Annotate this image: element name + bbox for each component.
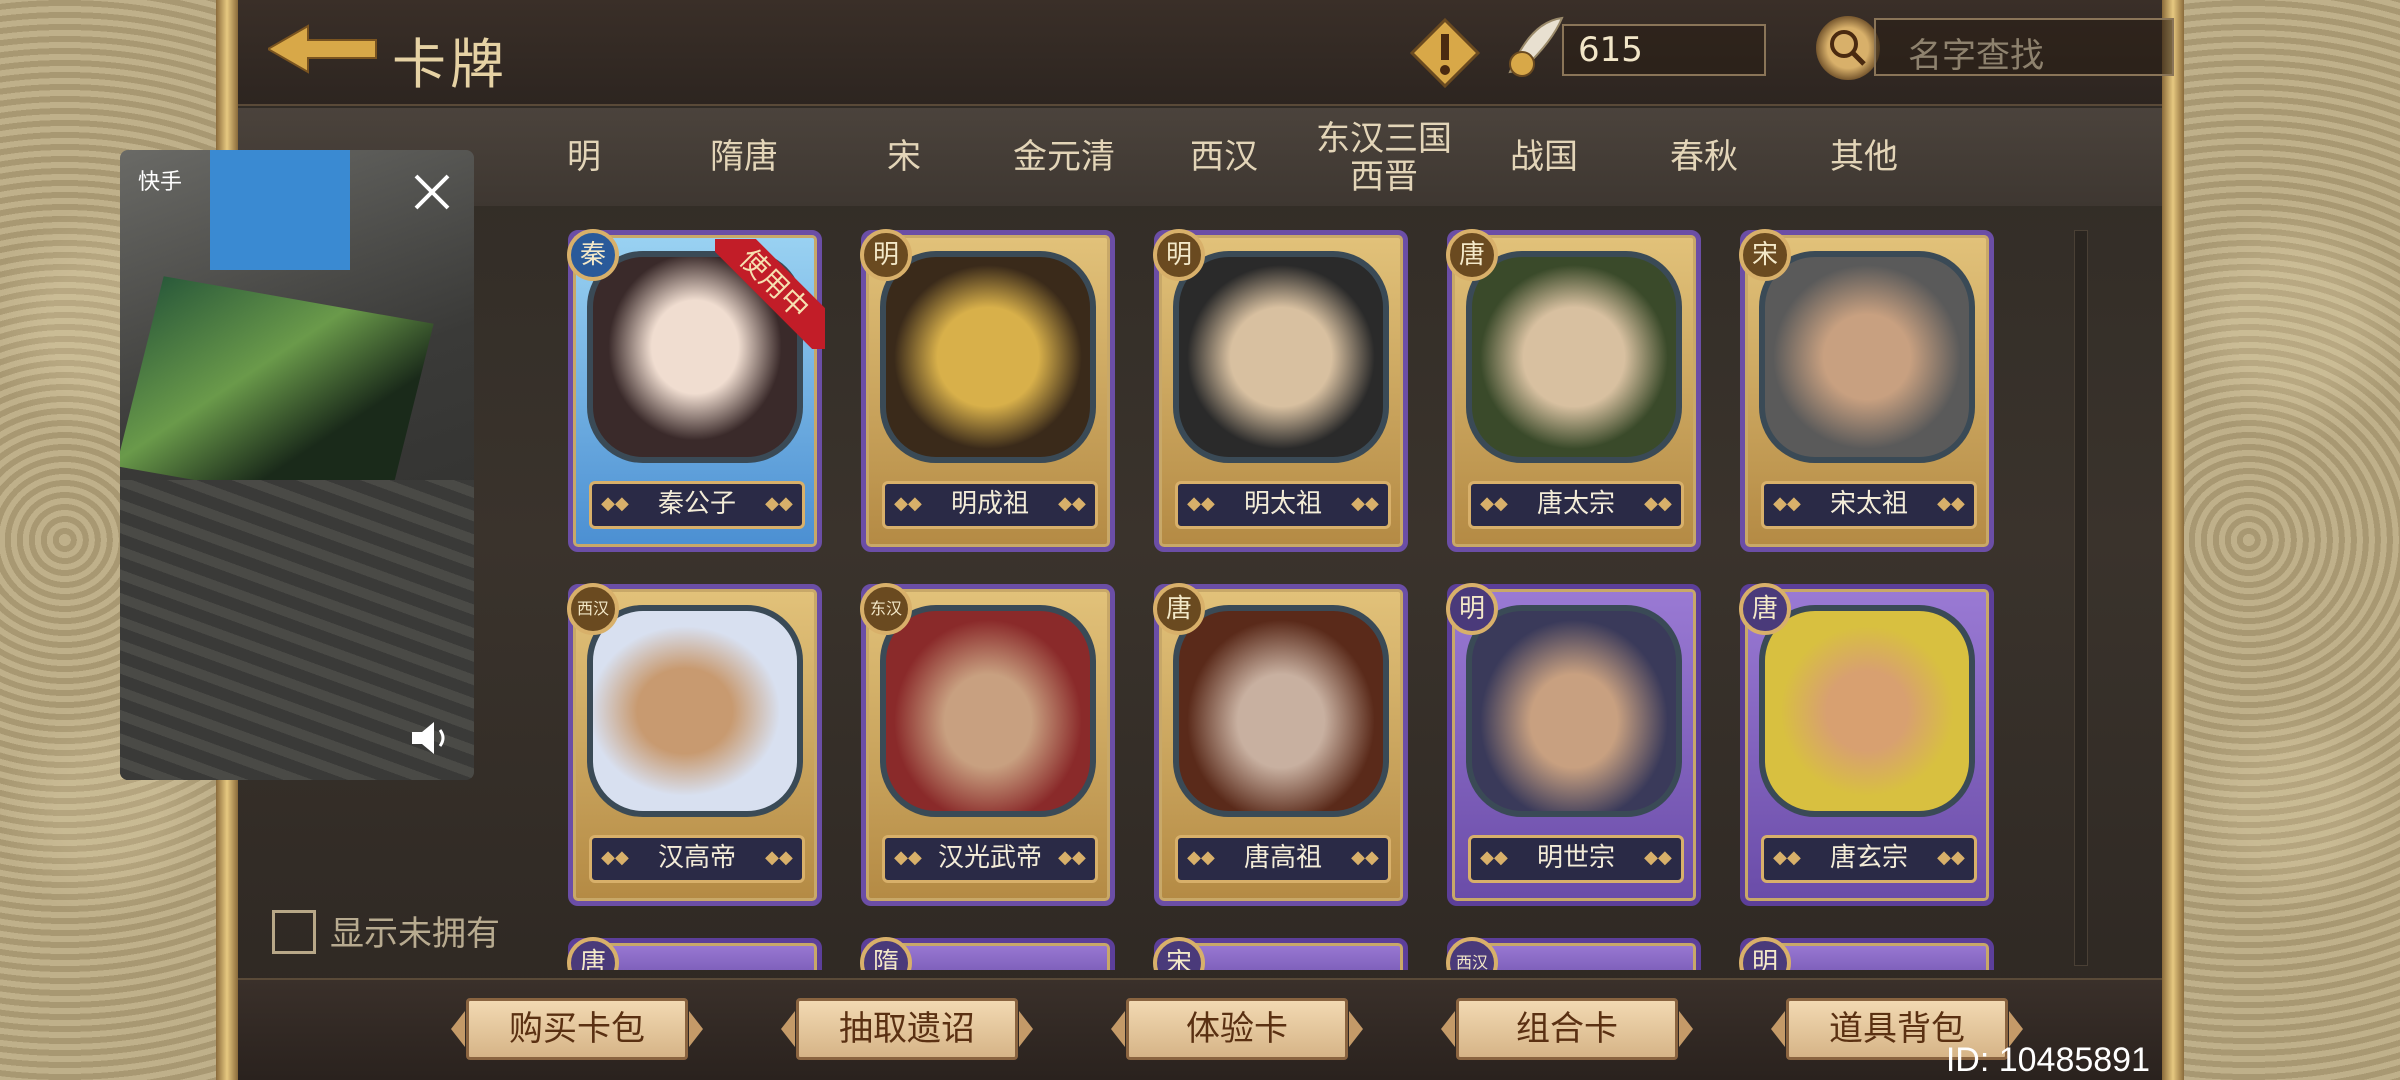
dynasty-badge: 唐 (1153, 583, 1205, 635)
video-frame-content (210, 150, 350, 270)
close-icon[interactable] (410, 170, 454, 214)
portrait (1173, 251, 1389, 463)
portrait (1759, 251, 1975, 463)
tab-chunqiu[interactable]: 春秋 (1624, 108, 1784, 206)
card-name: ◆◆ 汉高帝 ◆◆ (589, 835, 805, 883)
show-unowned-label: 显示未拥有 (330, 914, 500, 954)
user-id: ID: 10485891 (1945, 1041, 2150, 1079)
speaker-icon[interactable] (410, 720, 454, 756)
tab-zhanguo[interactable]: 战国 (1464, 108, 1624, 206)
feather-currency-icon (1508, 16, 1564, 77)
card-partial[interactable]: 明 (1739, 937, 1994, 970)
tab-other[interactable]: 其他 (1784, 108, 1944, 206)
card-partial[interactable]: 唐 (567, 937, 822, 970)
tab-song[interactable]: 宋 (824, 108, 984, 206)
card-tang-taizong[interactable]: 唐 ◆◆ 唐太宗 ◆◆ (1446, 229, 1701, 552)
dynasty-badge: 东汉 (860, 583, 912, 635)
tab-donghan-sanguo-xijin[interactable]: 东汉三国 西晋 (1304, 108, 1464, 206)
portrait (880, 605, 1096, 817)
dynasty-badge: 西汉 (1446, 937, 1498, 970)
card-grid: 秦 使用中 ◆◆ 秦公子 ◆◆ 明 ◆◆ 明成祖 ◆◆ 明 ◆◆ 明太祖 ◆◆ 唐 ◆◆ 唐太… (238, 206, 2162, 970)
dynasty-badge: 明 (1153, 229, 1205, 281)
dynasty-badge: 唐 (1446, 229, 1498, 281)
right-frame-border (2162, 0, 2184, 1080)
card-name: ◆◆ 唐太宗 ◆◆ (1468, 481, 1684, 529)
dynasty-badge: 明 (860, 229, 912, 281)
card-partial[interactable]: 隋 (860, 937, 1115, 970)
alert-icon[interactable] (1410, 18, 1480, 88)
card-name: ◆◆ 明世宗 ◆◆ (1468, 835, 1684, 883)
tab-ming[interactable]: 明 (504, 108, 664, 206)
dynasty-badge: 隋 (860, 937, 912, 970)
card-name: ◆◆ 明成祖 ◆◆ (882, 481, 1098, 529)
card-ming-taizu[interactable]: 明 ◆◆ 明太祖 ◆◆ (1153, 229, 1408, 552)
card-han-gaodi[interactable]: 西汉 ◆◆ 汉高帝 ◆◆ (567, 583, 822, 906)
portrait (1466, 251, 1682, 463)
search-icon[interactable] (1816, 16, 1880, 80)
card-name: ◆◆ 秦公子 ◆◆ (589, 481, 805, 529)
dynasty-badge: 宋 (1739, 229, 1791, 281)
card-name: ◆◆ 汉光武帝 ◆◆ (882, 835, 1098, 883)
back-arrow-icon[interactable] (268, 24, 378, 74)
card-tang-xuanzong[interactable]: 唐 ◆◆ 唐玄宗 ◆◆ (1739, 583, 1994, 906)
main-panel: 卡牌 615 名字查找 明 隋唐 宋 金元清 西汉 东汉三国西晋 战国 春秋 (238, 0, 2174, 1080)
portrait (1759, 605, 1975, 817)
draw-edict-button[interactable]: 抽取遗诏 (781, 998, 1033, 1060)
bottom-bar: 购买卡包 抽取遗诏 体验卡 组合卡 道具背包 ID: 10485891 (238, 978, 2162, 1080)
in-use-ribbon: 使用中 (715, 239, 825, 349)
tab-jinyuanqing[interactable]: 金元清 (984, 108, 1144, 206)
video-brand-label: 快手 (138, 170, 183, 195)
card-ming-chengzu[interactable]: 明 ◆◆ 明成祖 ◆◆ (860, 229, 1115, 552)
card-song-taizu[interactable]: 宋 ◆◆ 宋太祖 ◆◆ (1739, 229, 1994, 552)
portrait (1466, 605, 1682, 817)
card-name: ◆◆ 宋太祖 ◆◆ (1761, 481, 1977, 529)
trial-card-button[interactable]: 体验卡 (1111, 998, 1363, 1060)
video-frame-content (120, 276, 434, 514)
card-han-guangwudi[interactable]: 东汉 ◆◆ 汉光武帝 ◆◆ (860, 583, 1115, 906)
card-tang-gaozu[interactable]: 唐 ◆◆ 唐高祖 ◆◆ (1153, 583, 1408, 906)
right-decor-panel (2184, 0, 2400, 1080)
tab-xihan[interactable]: 西汉 (1144, 108, 1304, 206)
dynasty-badge: 西汉 (567, 583, 619, 635)
page-title: 卡牌 (392, 33, 508, 96)
scrollbar[interactable] (2074, 230, 2088, 966)
search-input[interactable]: 名字查找 (1874, 18, 2174, 76)
dynasty-badge: 明 (1446, 583, 1498, 635)
card-name: ◆◆ 明太祖 ◆◆ (1175, 481, 1391, 529)
show-unowned-checkbox[interactable] (272, 910, 316, 954)
video-overlay[interactable]: 快手 (120, 150, 474, 780)
portrait (587, 605, 803, 817)
card-partial[interactable]: 西汉 (1446, 937, 1701, 970)
card-name: ◆◆ 唐玄宗 ◆◆ (1761, 835, 1977, 883)
card-partial[interactable]: 宋 (1153, 937, 1408, 970)
dynasty-badge: 唐 (567, 937, 619, 970)
currency-value: 615 (1562, 24, 1766, 76)
card-ming-shizong[interactable]: 明 ◆◆ 明世宗 ◆◆ (1446, 583, 1701, 906)
portrait (880, 251, 1096, 463)
dynasty-badge: 宋 (1153, 937, 1205, 970)
card-qin-gongzi[interactable]: 秦 使用中 ◆◆ 秦公子 ◆◆ (567, 229, 825, 552)
card-name: ◆◆ 唐高祖 ◆◆ (1175, 835, 1391, 883)
buy-card-pack-button[interactable]: 购买卡包 (451, 998, 703, 1060)
portrait (1173, 605, 1389, 817)
dynasty-badge: 秦 (567, 229, 619, 281)
combo-card-button[interactable]: 组合卡 (1441, 998, 1693, 1060)
tab-suitang[interactable]: 隋唐 (664, 108, 824, 206)
dynasty-badge: 明 (1739, 937, 1791, 970)
dynasty-badge: 唐 (1739, 583, 1791, 635)
dynasty-tabs: 明 隋唐 宋 金元清 西汉 东汉三国 西晋 战国 春秋 其他 (238, 108, 2162, 206)
top-bar: 卡牌 615 名字查找 (238, 0, 2174, 106)
